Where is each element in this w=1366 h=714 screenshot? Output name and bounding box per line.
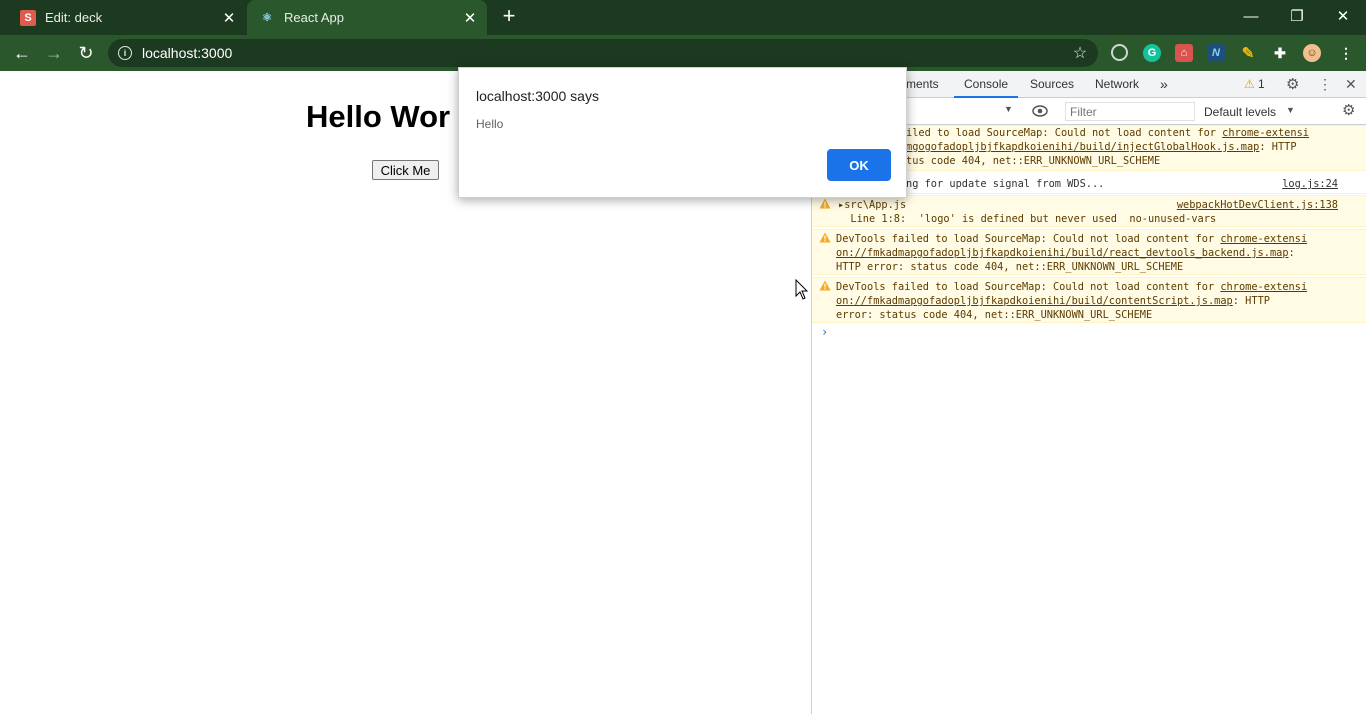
message-line: : — [1288, 247, 1295, 259]
log-levels-dropdown[interactable]: Default levels — [1204, 105, 1276, 119]
message-line: tus code 404, net::ERR_UNKNOWN_URL_SCHEM… — [906, 155, 1161, 167]
extension-red-icon[interactable]: ⌂ — [1175, 44, 1193, 62]
site-info-icon[interactable]: i — [118, 46, 132, 60]
warning-triangle-icon — [819, 280, 831, 291]
alert-message: Hello — [476, 117, 504, 131]
message-line: : HTTP — [1232, 295, 1270, 307]
mouse-cursor-icon — [795, 279, 809, 300]
pencil-extension-icon[interactable]: ✎ — [1239, 44, 1257, 62]
extension-link[interactable]: chrome-extensi — [1220, 233, 1307, 245]
minimize-icon[interactable]: — — [1228, 0, 1274, 32]
more-tabs-icon[interactable]: » — [1160, 71, 1168, 98]
extension-n-icon[interactable]: N — [1207, 44, 1225, 62]
console-filter-input[interactable] — [1065, 102, 1195, 121]
tab-sources[interactable]: Sources — [1030, 71, 1074, 98]
warning-triangle-icon — [819, 198, 831, 209]
message-text: DevTools failed to load SourceMap: Could… — [836, 232, 1341, 274]
alert-dialog: localhost:3000 says Hello OK — [458, 67, 907, 198]
tab-strip: S Edit: deck ✕ ⚛ React App ✕ + — ❐ ✕ — [0, 0, 1366, 35]
extension-link[interactable]: chrome-extensi — [1220, 281, 1307, 293]
extension-link[interactable]: on://fmkadmapgofadopljbjfkapdkoienihi/bu… — [836, 247, 1289, 259]
console-message-warning: ▸src\App.js Line 1:8: 'logo' is defined … — [812, 195, 1366, 227]
forward-icon[interactable]: → — [40, 39, 68, 67]
message-line: DevTools failed to load SourceMap: Could… — [836, 233, 1221, 245]
url-text: localhost:3000 — [142, 45, 233, 61]
extension-link[interactable]: on://fmkadmapgofadopljbjfkapdkoienihi/bu… — [836, 295, 1233, 307]
tab-edit-deck[interactable]: S Edit: deck ✕ — [0, 0, 246, 35]
close-tab-icon[interactable]: ✕ — [459, 7, 481, 29]
page-heading: Hello Wor — [306, 99, 451, 134]
menu-kebab-icon[interactable]: ⋮ — [1337, 44, 1355, 62]
browser-toolbar: ← → ↻ i localhost:3000 ☆ G ⌂ N ✎ ✚ ☺ ⋮ — [0, 35, 1366, 71]
source-link[interactable]: webpackHotDevClient.js:138 — [1177, 198, 1338, 212]
tab-network[interactable]: Network — [1095, 71, 1139, 98]
close-tab-icon[interactable]: ✕ — [218, 7, 240, 29]
levels-dropdown-arrow-icon: ▼ — [1286, 105, 1295, 115]
extension-link[interactable]: chrome-extensi — [1222, 127, 1309, 139]
console-message-warning: DevTools failed to load SourceMap: Could… — [812, 229, 1366, 275]
message-line: Line 1:8: 'logo' is defined but never us… — [838, 213, 1217, 225]
warning-count[interactable]: 1 — [1258, 71, 1265, 98]
tab-elements[interactable]: ments — [906, 71, 939, 98]
source-link[interactable]: log.js:24 — [1282, 177, 1338, 191]
reload-icon[interactable]: ↻ — [72, 39, 100, 67]
slides-favicon-icon: S — [20, 9, 36, 26]
console-settings-gear-icon[interactable]: ⚙ — [1342, 101, 1355, 119]
message-text: iled to load SourceMap: Could not load c… — [906, 126, 1346, 168]
message-line: iled to load SourceMap: Could not load c… — [906, 127, 1223, 139]
grammarly-icon[interactable]: G — [1143, 44, 1161, 62]
warning-triangle-icon — [819, 232, 831, 243]
tab-title: React App — [284, 10, 344, 25]
message-line: : HTTP — [1259, 141, 1297, 153]
console-output: iled to load SourceMap: Could not load c… — [812, 125, 1366, 714]
restore-icon[interactable]: ❐ — [1274, 0, 1320, 32]
profile-avatar[interactable]: ☺ — [1303, 44, 1321, 62]
react-icon: ⚛ — [262, 12, 272, 24]
close-devtools-icon[interactable]: ✕ — [1345, 71, 1357, 98]
console-message-warning: DevTools failed to load SourceMap: Could… — [812, 277, 1366, 323]
new-tab-icon[interactable]: + — [497, 5, 521, 29]
screen: S Edit: deck ✕ ⚛ React App ✕ + — ❐ ✕ ← →… — [0, 0, 1366, 714]
ok-button[interactable]: OK — [827, 149, 891, 181]
tab-console[interactable]: Console — [954, 71, 1019, 98]
message-text: DevTools failed to load SourceMap: Could… — [836, 280, 1341, 322]
address-bar[interactable]: i localhost:3000 ☆ — [108, 39, 1098, 67]
message-line: DevTools failed to load SourceMap: Could… — [836, 281, 1221, 293]
tab-title: Edit: deck — [45, 10, 103, 25]
eye-icon[interactable] — [1032, 105, 1048, 117]
extensions-puzzle-icon[interactable]: ✚ — [1271, 44, 1289, 62]
context-dropdown-arrow-icon[interactable]: ▼ — [1004, 104, 1013, 114]
expandable-source-toggle[interactable]: ▸src\App.js — [838, 199, 906, 211]
devtools-menu-icon[interactable]: ⋮ — [1318, 71, 1332, 98]
extension-link[interactable]: mgogofadopljbjfkapdkoienihi/build/inject… — [906, 141, 1259, 153]
warning-icon[interactable]: ⚠ — [1244, 71, 1255, 98]
bookmark-star-icon[interactable]: ☆ — [1066, 43, 1094, 63]
back-icon[interactable]: ← — [8, 39, 36, 67]
extension-circle-icon[interactable] — [1111, 44, 1128, 61]
message-line: error: status code 404, net::ERR_UNKNOWN… — [836, 309, 1153, 321]
message-text: ng for update signal from WDS... — [906, 178, 1105, 190]
alert-title: localhost:3000 says — [476, 88, 599, 104]
message-line: HTTP error: status code 404, net::ERR_UN… — [836, 261, 1184, 273]
settings-gear-icon[interactable]: ⚙ — [1286, 71, 1299, 98]
console-prompt[interactable]: › — [821, 325, 828, 339]
tab-react-app[interactable]: ⚛ React App ✕ — [247, 0, 487, 35]
close-window-icon[interactable]: ✕ — [1320, 0, 1366, 32]
click-me-button[interactable]: Click Me — [372, 160, 439, 180]
